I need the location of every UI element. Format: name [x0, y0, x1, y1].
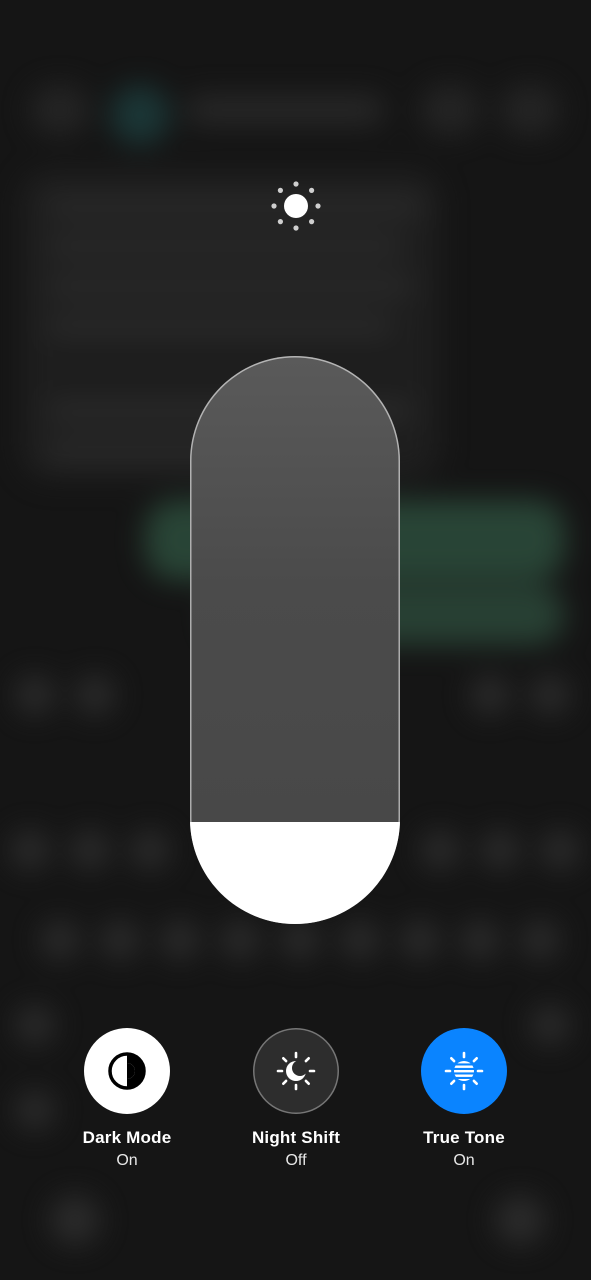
night-shift-label: Night Shift — [251, 1128, 341, 1147]
night-shift-icon — [276, 1051, 316, 1091]
dark-mode-icon — [108, 1052, 146, 1090]
night-shift-button[interactable] — [253, 1028, 339, 1114]
brightness-slider-fill — [190, 821, 400, 924]
brightness-control-screen: Dark Mode On Night Shift Off True Tone O… — [0, 0, 591, 1280]
night-shift-state: Off — [285, 1152, 307, 1169]
true-tone-state: On — [453, 1152, 475, 1169]
dark-mode-control: Dark Mode On — [52, 1028, 202, 1170]
dark-mode-label: Dark Mode — [82, 1128, 172, 1147]
dark-mode-button[interactable] — [84, 1028, 170, 1114]
true-tone-icon — [444, 1051, 484, 1091]
sun-icon — [271, 181, 321, 231]
display-controls: Dark Mode On Night Shift Off True Tone O… — [0, 1028, 591, 1178]
dark-mode-state: On — [116, 1152, 138, 1169]
true-tone-label: True Tone — [423, 1128, 505, 1147]
true-tone-button[interactable] — [421, 1028, 507, 1114]
true-tone-control: True Tone On — [389, 1028, 539, 1170]
brightness-slider[interactable] — [190, 356, 400, 924]
night-shift-control: Night Shift Off — [221, 1028, 371, 1170]
